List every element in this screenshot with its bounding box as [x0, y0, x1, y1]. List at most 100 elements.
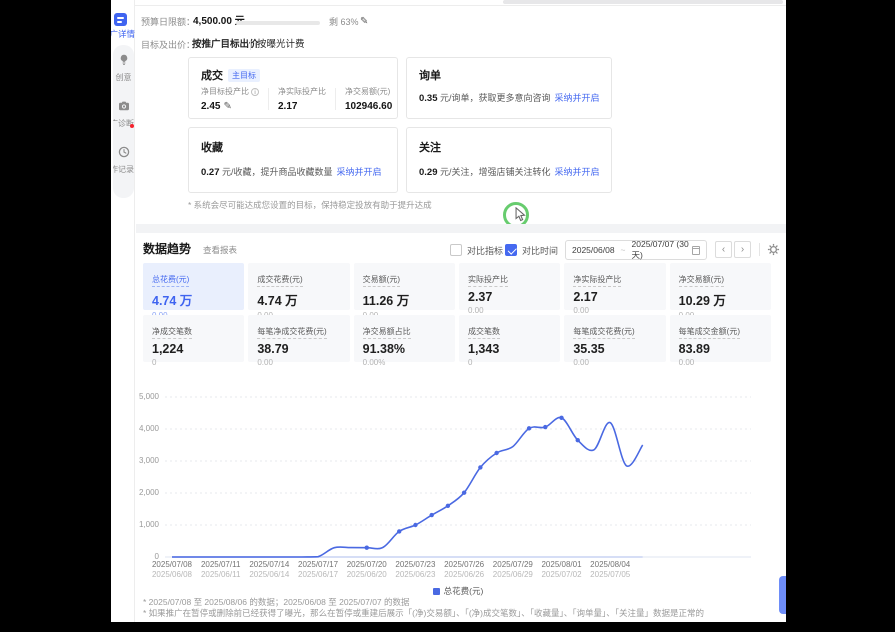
goal-option-exposure-bid[interactable]: 按曝光计费: [257, 37, 305, 53]
data-point-marker[interactable]: [365, 546, 369, 550]
notification-dot: [130, 124, 134, 128]
trend-section-title: 数据趋势: [143, 240, 191, 257]
compare-metric-checkbox[interactable]: [450, 244, 462, 256]
trend-metric-cell[interactable]: 每笔净成交花费(元)38.790.00: [248, 315, 349, 362]
goal-label: 目标及出价：: [141, 37, 195, 53]
metric-value: 4.74 万: [152, 290, 235, 309]
edit-roi-icon[interactable]: ✎: [223, 101, 231, 112]
card-inquiry: 询单 0.35 元/询单，获取更多意向咨询采纳并开启: [406, 57, 612, 119]
sidebar-item-label: 作记录: [113, 164, 134, 175]
adopt-enable-link[interactable]: 采纳并开启: [555, 167, 600, 177]
sidebar-item-label: 创意: [113, 72, 134, 83]
cards-footnote: * 系统会尽可能达成您设置的目标，保持稳定投放有助于提升达成: [188, 199, 432, 211]
metric-compare-value: 0.00: [468, 306, 551, 315]
gear-icon[interactable]: [767, 243, 780, 261]
data-point-marker[interactable]: [478, 465, 482, 469]
date-end: 2025/07/07 (30天): [632, 239, 692, 261]
metric-compare-value: 0: [152, 358, 235, 367]
metric-value: 1,343: [468, 342, 551, 356]
card-follow: 关注 0.29 元/关注，增强店铺关注转化采纳并开启: [406, 127, 612, 193]
calendar-icon: [692, 246, 700, 255]
favorite-price: 0.27: [201, 167, 220, 178]
card-deal: 成交主目标 净目标投产比i2.45✎净实际投产比2.17净交易额(元)10294…: [188, 57, 398, 119]
card-inquiry-desc: 0.35 元/询单，获取更多意向咨询采纳并开启: [419, 91, 600, 104]
screenshot-stage: 广详情 创意广诊断作记录 预算日限额： 4,500.00 元 剩 63% ✎ 目…: [0, 0, 895, 632]
trend-metric-cell[interactable]: 实际投产比2.370.00: [459, 263, 560, 310]
trend-metric-cell[interactable]: 成交笔数1,3430: [459, 315, 560, 362]
sidebar-tool-panel: 创意广诊断作记录: [113, 45, 134, 198]
floating-side-button[interactable]: [779, 576, 786, 614]
metric-compare-value: 0.00: [573, 306, 656, 315]
card-favorite-desc: 0.27 元/收藏，提升商品收藏数量采纳并开启: [201, 165, 382, 178]
main-goal-badge: 主目标: [228, 69, 260, 82]
trend-metric-cell[interactable]: 每笔成交花费(元)35.350.00: [564, 315, 665, 362]
trend-metrics-grid: 总花费(元)4.74 万0.00成交花费(元)4.74 万0.00交易额(元)1…: [143, 263, 771, 362]
data-point-marker[interactable]: [462, 490, 466, 494]
inquiry-price: 0.35: [419, 93, 438, 104]
app-window: 广详情 创意广诊断作记录 预算日限额： 4,500.00 元 剩 63% ✎ 目…: [111, 0, 786, 622]
metric-divider: [268, 88, 269, 110]
metric-compare-value: 0.00: [573, 358, 656, 367]
metric-compare-value: 0.00%: [363, 358, 446, 367]
data-point-marker[interactable]: [543, 425, 547, 429]
trend-metric-cell[interactable]: 成交花费(元)4.74 万0.00: [248, 263, 349, 310]
trend-metric-cell[interactable]: 净实际投产比2.170.00: [564, 263, 665, 310]
data-point-marker[interactable]: [429, 513, 433, 517]
trend-metric-cell[interactable]: 每笔成交金额(元)83.890.00: [670, 315, 771, 362]
prev-period-button[interactable]: ‹: [715, 241, 732, 258]
view-report-link[interactable]: 查看报表: [203, 244, 237, 256]
trend-metric-cell[interactable]: 总花费(元)4.74 万0.00: [143, 263, 244, 310]
adopt-enable-link[interactable]: 采纳并开启: [555, 93, 600, 103]
deal-metric-value: 2.45✎: [201, 101, 259, 112]
deal-metric-value: 2.17: [278, 101, 326, 112]
card-favorite: 收藏 0.27 元/收藏，提升商品收藏数量采纳并开启: [188, 127, 398, 193]
trend-metric-cell[interactable]: 交易额(元)11.26 万0.00: [354, 263, 455, 310]
data-point-marker[interactable]: [413, 523, 417, 527]
goal-separator: [250, 40, 251, 50]
sidebar-item[interactable]: 作记录: [113, 145, 134, 191]
trend-metric-cell[interactable]: 净成交笔数1,2240: [143, 315, 244, 362]
data-point-marker[interactable]: [559, 416, 563, 420]
deal-metric-label: 净目标投产比i: [201, 86, 259, 97]
budget-row: 预算日限额： 4,500.00 元 剩 63% ✎: [111, 14, 786, 30]
metric-value: 2.37: [468, 290, 551, 304]
data-point-marker[interactable]: [397, 529, 401, 533]
trend-metric-cell[interactable]: 净交易额(元)10.29 万0.00: [670, 263, 771, 310]
edit-budget-icon[interactable]: ✎: [360, 14, 368, 30]
deal-metric-label: 净交易额(元): [345, 86, 392, 97]
compare-metric-label[interactable]: 对比指标: [467, 244, 503, 257]
metric-compare-value: 0.00: [257, 358, 340, 367]
data-point-marker[interactable]: [446, 504, 450, 508]
metric-value: 38.79: [257, 342, 340, 356]
metric-label: 总花费(元): [152, 274, 189, 287]
budget-progress-bar: [236, 21, 320, 25]
data-point-marker[interactable]: [494, 451, 498, 455]
compare-time-label[interactable]: 对比时间: [522, 244, 558, 257]
date-range-input[interactable]: 2025/06/08 ~ 2025/07/07 (30天): [565, 240, 707, 260]
section-divider: [136, 224, 786, 233]
trend-metric-cell[interactable]: 净交易额占比91.38%0.00%: [354, 315, 455, 362]
goal-option-target-bid[interactable]: 按推广目标出价: [192, 37, 259, 53]
sidebar-item[interactable]: 广诊断: [113, 99, 134, 145]
card-follow-desc: 0.29 元/关注，增强店铺关注转化采纳并开启: [419, 165, 600, 178]
metric-label: 交易额(元): [363, 274, 400, 287]
card-inquiry-title: 询单: [419, 67, 441, 83]
info-icon[interactable]: i: [251, 88, 259, 96]
legend-label: 总花费(元): [444, 586, 484, 596]
horizontal-scrollbar[interactable]: [503, 0, 783, 4]
metric-compare-value: 0.00: [679, 358, 762, 367]
compare-time-checkbox[interactable]: [505, 244, 517, 256]
metric-label: 每笔成交花费(元): [573, 326, 634, 339]
deal-metric: 净实际投产比2.17: [278, 86, 335, 112]
adopt-enable-link[interactable]: 采纳并开启: [337, 167, 382, 177]
metric-label: 成交花费(元): [257, 274, 302, 287]
metric-label: 净实际投产比: [573, 274, 621, 287]
data-point-marker[interactable]: [576, 438, 580, 442]
trend-line-chart[interactable]: [165, 395, 751, 565]
clock-icon: [118, 145, 130, 162]
metric-value: 1,224: [152, 342, 235, 356]
next-period-button[interactable]: ›: [734, 241, 751, 258]
metric-label: 净交易额(元): [679, 274, 724, 287]
data-point-marker[interactable]: [527, 426, 531, 430]
sidebar-item[interactable]: 创意: [113, 53, 134, 99]
